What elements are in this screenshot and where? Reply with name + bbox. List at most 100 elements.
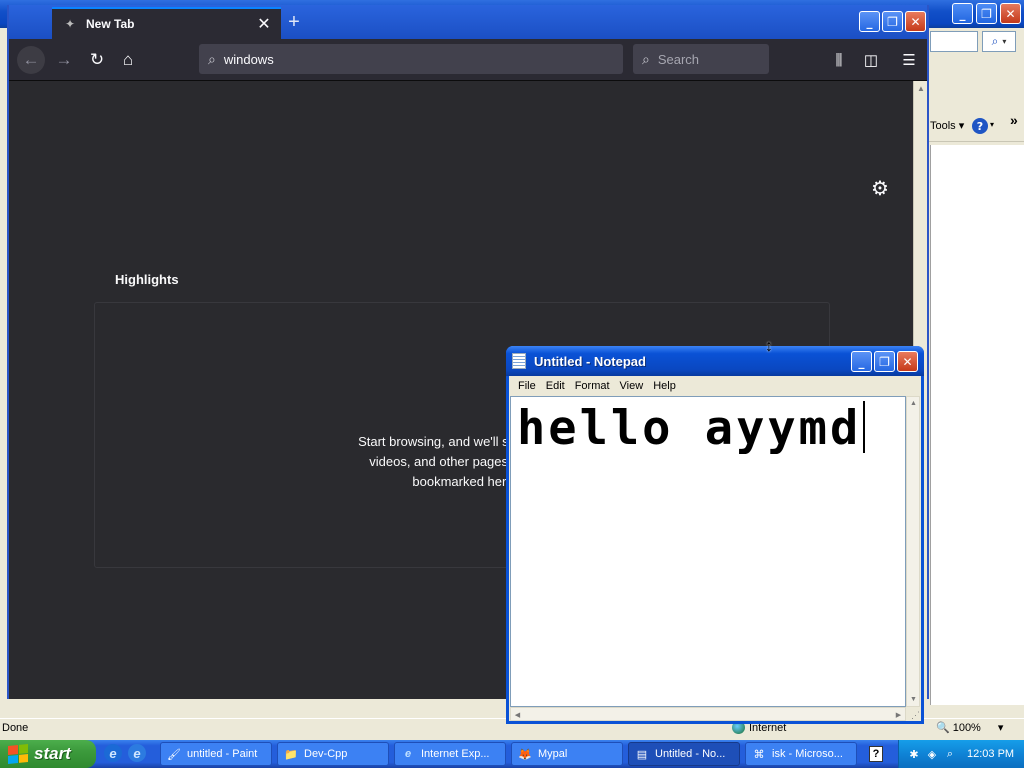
new-tab-button[interactable]: + [284, 11, 304, 33]
sidebar-button[interactable]: ◫ [858, 46, 884, 74]
ie-page-content [930, 145, 1024, 705]
sidebar-icon: ◫ [863, 52, 879, 69]
scroll-up-icon[interactable]: ▲ [907, 397, 920, 410]
library-button[interactable]: ⫼ [826, 46, 852, 74]
taskbar-item-label: Dev-Cpp [304, 748, 348, 760]
browser-icon[interactable]: e [128, 744, 146, 762]
menu-help[interactable]: Help [648, 380, 681, 392]
taskbar-item-paint[interactable]: 🖌 untitled - Paint [160, 742, 272, 766]
arrow-right-icon: → [55, 50, 73, 69]
np-text-area[interactable]: hello ayymd [510, 396, 906, 707]
scroll-left-icon[interactable]: ◀ [511, 708, 524, 721]
back-button[interactable]: ← [17, 46, 45, 74]
internet-explorer-icon[interactable]: e [104, 744, 122, 762]
notepad-icon: ▤ [636, 748, 648, 761]
paint-icon: 🖌 [167, 748, 181, 761]
ie-zoom-control[interactable]: 🔍 100% ▾ [936, 721, 1004, 735]
system-tray: ✱ ◈ ⌕ 12:03 PM [898, 740, 1024, 768]
taskbar-item-microsoft[interactable]: ⌘ isk - Microso... [745, 742, 857, 766]
chevron-right-icon[interactable]: » [1010, 112, 1018, 128]
ie-address-input[interactable] [930, 31, 978, 52]
internet-explorer-icon: e [404, 748, 412, 760]
ie-tools-menu[interactable]: Tools ▾ [930, 119, 964, 132]
arrow-left-icon: ← [22, 50, 40, 69]
ie-zoom-value: 100% [952, 721, 981, 734]
menu-button[interactable]: ☰ [896, 46, 922, 74]
np-maximize-button[interactable]: ❐ [874, 351, 895, 372]
np-text-content[interactable]: hello ayymd [517, 401, 866, 456]
tray-icons: ✱ ◈ ⌕ [907, 747, 957, 761]
help-icon[interactable]: ? [972, 118, 988, 134]
ie-status-text: Done [2, 722, 29, 734]
np-text-value: hello ayymd [517, 401, 862, 456]
taskbar-item-notepad[interactable]: ▤ Untitled - No... [628, 742, 740, 766]
ff-tab-strip: ✦ New Tab ✕ + _ ❐ ✕ [9, 5, 927, 39]
notepad-window: Untitled - Notepad _ ❐ ✕ File Edit Forma… [506, 346, 924, 724]
ff-minimize-button[interactable]: _ [859, 11, 880, 32]
help-icon[interactable]: ? [869, 746, 883, 762]
ff-maximize-button[interactable]: ❐ [882, 11, 903, 32]
np-close-button[interactable]: ✕ [897, 351, 918, 372]
clock[interactable]: 12:03 PM [967, 748, 1014, 760]
scroll-down-icon[interactable]: ▼ [907, 693, 920, 706]
library-icon: ⫼ [835, 51, 843, 69]
search-input[interactable]: ⌕ Search [633, 44, 769, 74]
chevron-down-icon[interactable]: ▾ [990, 120, 994, 129]
search-icon: ⌕ [991, 34, 999, 48]
start-button[interactable]: start [0, 740, 96, 768]
resize-grip-icon[interactable]: ⋰ [906, 707, 920, 721]
taskbar-item-label: Internet Exp... [421, 748, 490, 760]
menu-format[interactable]: Format [570, 380, 615, 392]
ie-search-button[interactable]: ⌕ ▾ [982, 31, 1016, 52]
quick-launch: e e [104, 744, 146, 762]
reload-icon: ↻ [89, 50, 105, 69]
window-title: Untitled - Notepad [534, 353, 646, 369]
notepad-icon [512, 353, 526, 369]
close-tab-icon[interactable]: ✕ [255, 15, 273, 33]
taskbar-item-label: untitled - Paint [187, 748, 258, 760]
taskbar-item-mypal[interactable]: 🦊 Mypal [511, 742, 623, 766]
np-minimize-button[interactable]: _ [851, 351, 872, 372]
search-placeholder: Search [657, 51, 700, 67]
ie-minimize-button[interactable]: _ [952, 3, 973, 24]
menu-edit[interactable]: Edit [541, 380, 570, 392]
taskbar: start e e 🖌 untitled - Paint 📁 Dev-Cpp e… [0, 740, 1024, 768]
forward-button[interactable]: → [50, 46, 78, 74]
np-horizontal-scrollbar[interactable]: ◀ ▶ [510, 707, 906, 721]
taskbar-item-label: Mypal [538, 748, 568, 760]
office-icon: ⌘ [753, 748, 765, 761]
scroll-up-icon[interactable]: ▲ [914, 81, 928, 95]
search-icon[interactable]: ⌕ [943, 747, 957, 761]
url-input-value[interactable]: windows [224, 52, 274, 67]
menu-file[interactable]: File [513, 380, 541, 392]
ff-close-button[interactable]: ✕ [905, 11, 926, 32]
np-vertical-scrollbar[interactable]: ▲ ▼ [906, 396, 920, 707]
highlights-heading[interactable]: Highlights [115, 272, 179, 287]
search-icon: ⌕ [208, 50, 216, 67]
home-icon: ⌂ [122, 50, 134, 69]
np-menubar: File Edit Format View Help [509, 376, 921, 396]
menu-view[interactable]: View [615, 380, 649, 392]
ie-close-button[interactable]: ✕ [1000, 3, 1021, 24]
reload-button[interactable]: ↻ [83, 46, 111, 74]
text-caret [863, 401, 866, 453]
search-icon: ⌕ [642, 50, 650, 67]
mypal-icon: 🦊 [518, 748, 532, 761]
scroll-right-icon[interactable]: ▶ [892, 708, 905, 721]
ie-maximize-button[interactable]: ❐ [976, 3, 997, 24]
taskbar-item-dev-cpp[interactable]: 📁 Dev-Cpp [277, 742, 389, 766]
start-label: start [34, 744, 71, 763]
taskbar-item-internet-explorer[interactable]: e Internet Exp... [394, 742, 506, 766]
tray-app-icon[interactable]: ✱ [907, 747, 921, 761]
np-titlebar[interactable]: Untitled - Notepad _ ❐ ✕ [506, 346, 924, 376]
hamburger-menu-icon: ☰ [902, 52, 916, 69]
url-bar[interactable]: ⌕ windows [199, 44, 623, 74]
gear-icon[interactable]: ⚙ [871, 176, 889, 201]
shield-icon[interactable]: ◈ [925, 747, 939, 761]
resize-cursor-icon: ↕ [765, 338, 773, 355]
tab-title: New Tab [86, 17, 135, 31]
taskbar-item-label: Untitled - No... [655, 748, 726, 760]
home-button[interactable]: ⌂ [114, 46, 142, 74]
tab-new-tab[interactable]: ✦ New Tab ✕ [52, 7, 281, 39]
chevron-down-icon[interactable]: ▾ [998, 721, 1004, 734]
